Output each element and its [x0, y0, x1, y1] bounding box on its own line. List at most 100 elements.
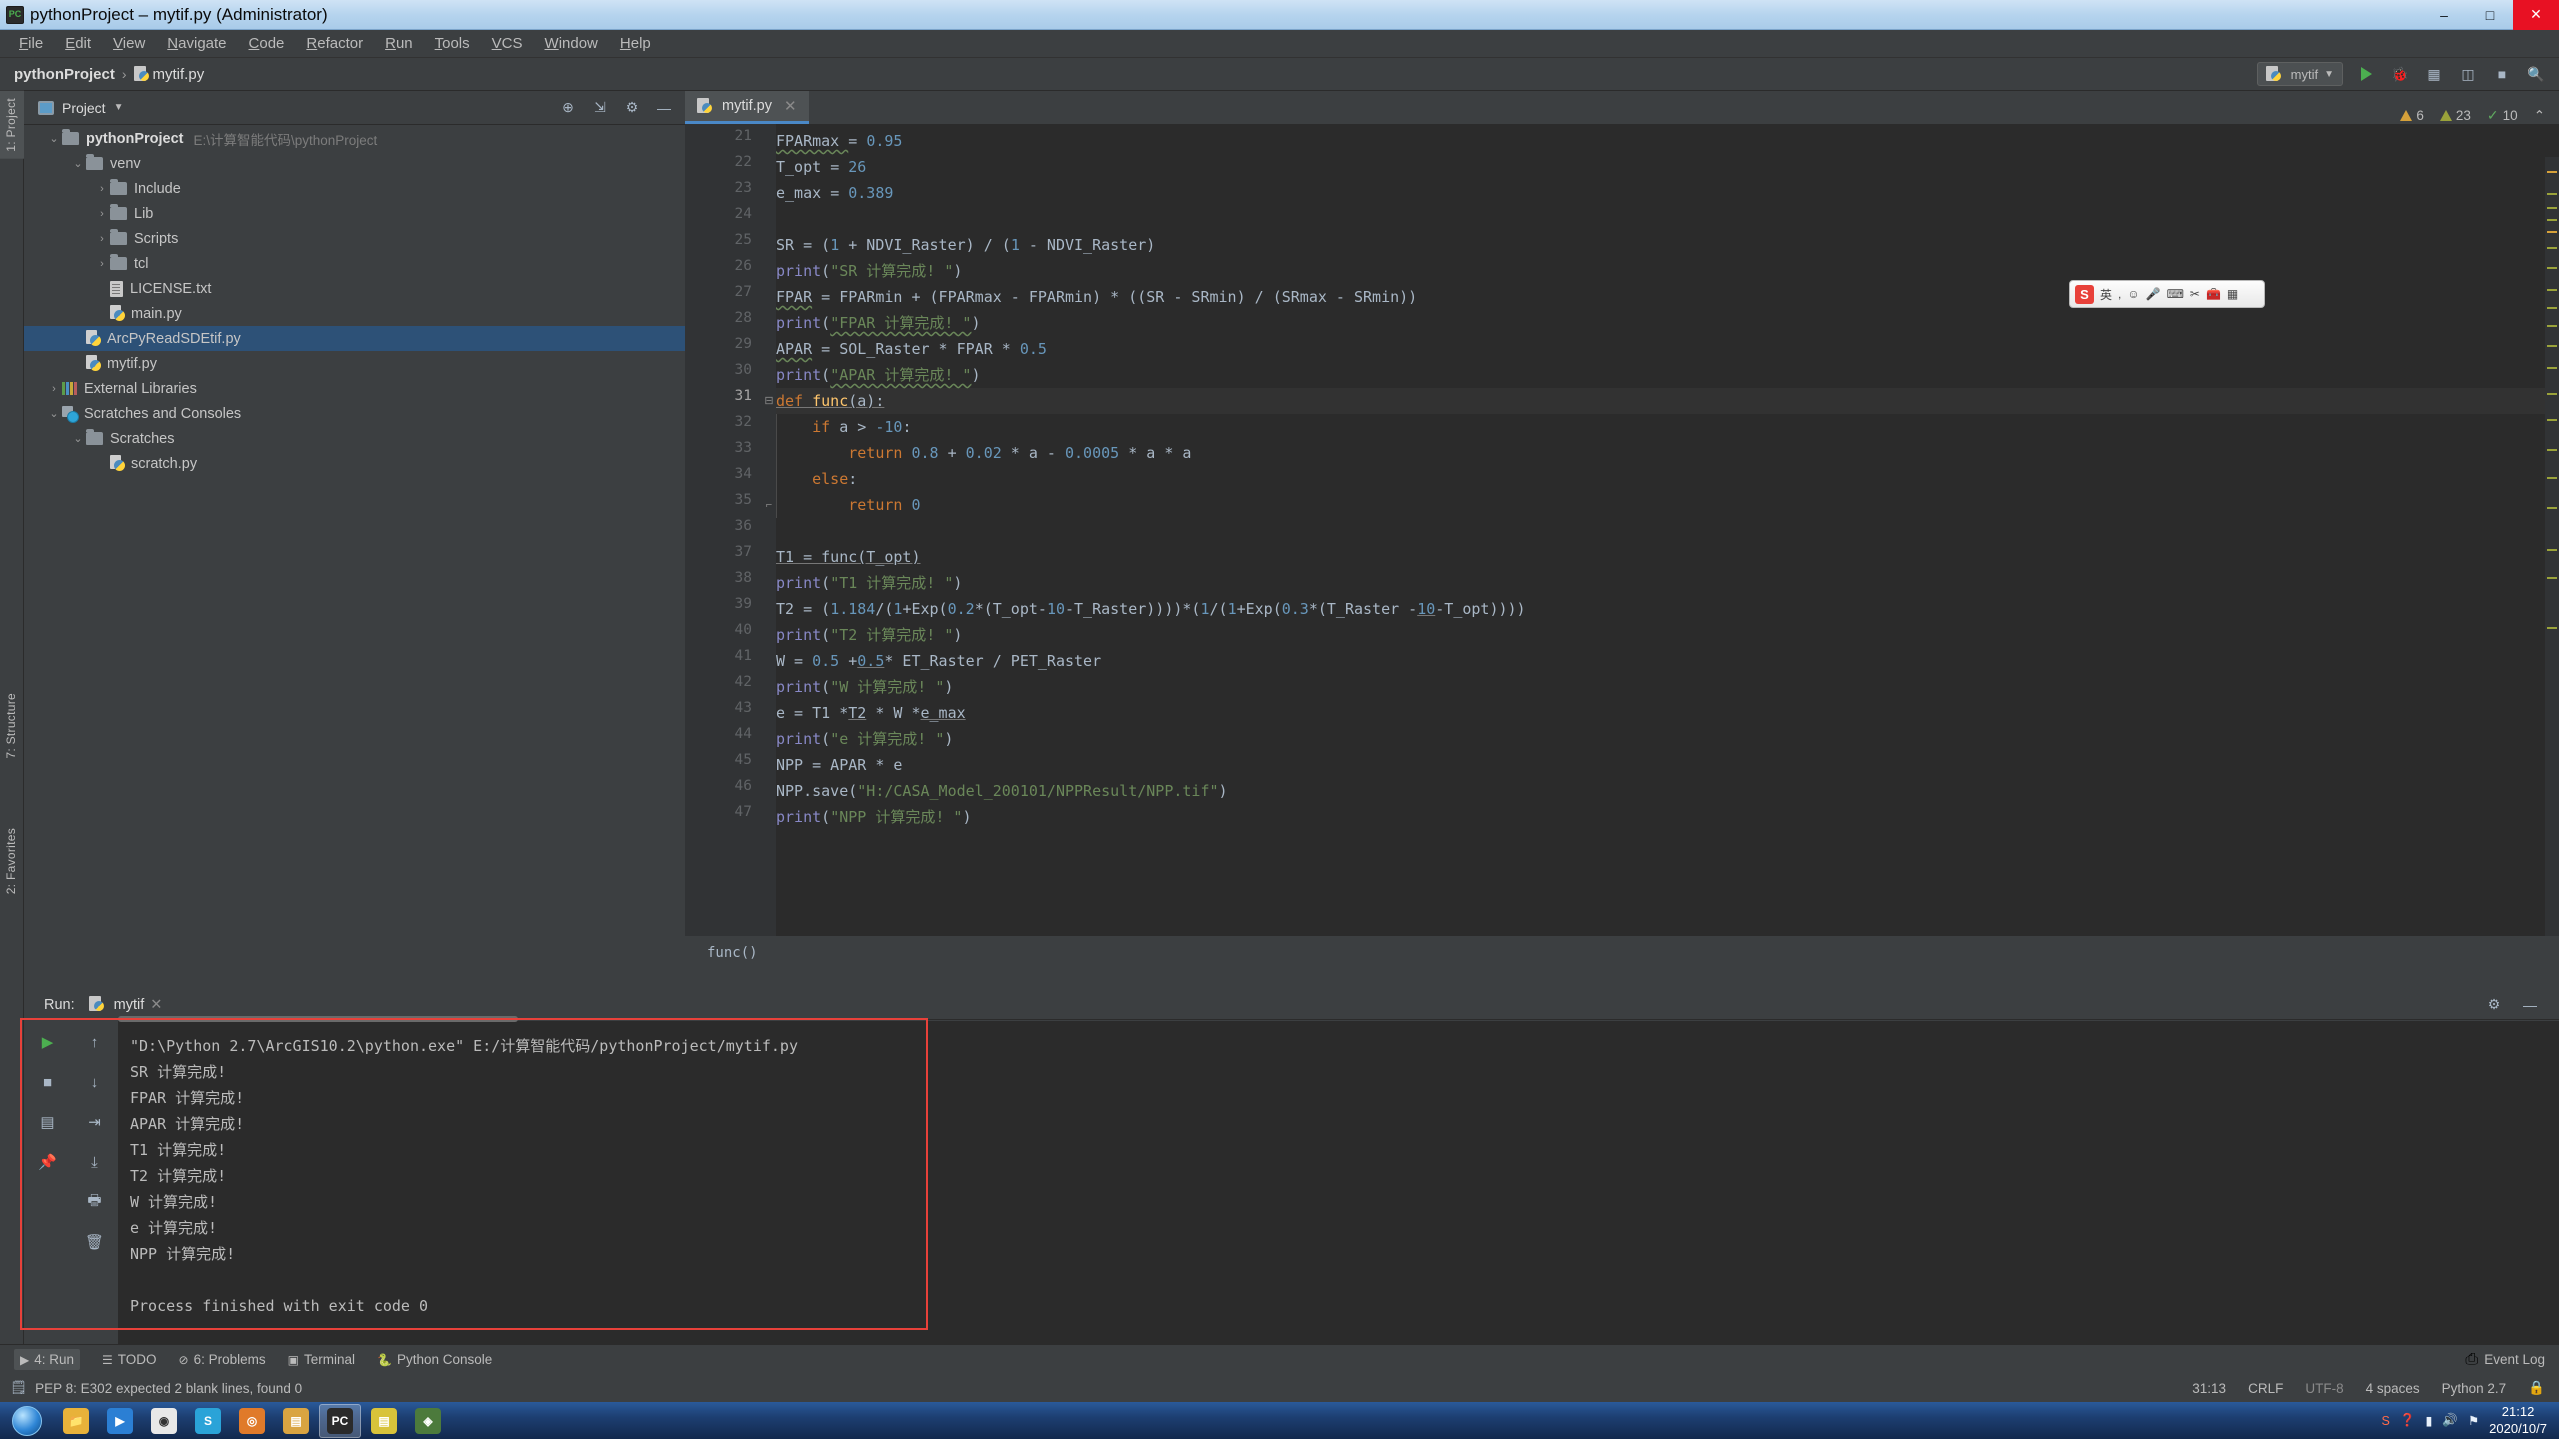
line-number[interactable]: 42 — [735, 674, 752, 690]
line-number[interactable]: 46 — [735, 778, 752, 794]
tree-item-license-txt[interactable]: LICENSE.txt — [24, 276, 685, 301]
code-folding-column[interactable]: ⊟⌐ — [762, 124, 776, 936]
tree-item-scratches-and-consoles[interactable]: ⌄Scratches and Consoles — [24, 401, 685, 426]
profile-icon[interactable]: ◫ — [2457, 63, 2479, 85]
apps-icon[interactable]: ▦ — [2227, 287, 2238, 301]
error-stripe-mark[interactable] — [2547, 325, 2557, 327]
menu-item-refactor[interactable]: Refactor — [295, 32, 374, 55]
error-stripe-mark[interactable] — [2547, 219, 2557, 221]
tree-item-scripts[interactable]: ›Scripts — [24, 226, 685, 251]
error-stripe-mark[interactable] — [2547, 267, 2557, 269]
tree-item-scratches[interactable]: ⌄Scratches — [24, 426, 685, 451]
code-line[interactable]: print("T1 计算完成! ") — [776, 570, 962, 596]
caret-position[interactable]: 31:13 — [2192, 1381, 2226, 1396]
line-number[interactable]: 36 — [735, 518, 752, 534]
code-line[interactable]: FPAR = FPARmin + (FPARmax - FPARmin) * (… — [776, 284, 1417, 310]
menu-item-navigate[interactable]: Navigate — [156, 32, 237, 55]
error-stripe-mark[interactable] — [2547, 307, 2557, 309]
line-number[interactable]: 21 — [735, 128, 752, 144]
code-line[interactable]: return 0.8 + 0.02 * a - 0.0005 * a * a — [776, 440, 1191, 466]
console-horizontal-scrollbar[interactable] — [118, 1016, 518, 1022]
tree-item-external-libraries[interactable]: ›External Libraries — [24, 376, 685, 401]
line-number[interactable]: 47 — [735, 804, 752, 820]
rerun-icon[interactable]: ▶ — [35, 1029, 61, 1055]
gear-icon[interactable]: ⚙ — [2483, 994, 2505, 1016]
close-button[interactable]: ✕ — [2513, 0, 2559, 30]
fold-collapse-icon[interactable]: ⊟ — [763, 388, 775, 414]
error-stripe-markers[interactable] — [2545, 157, 2559, 936]
chevron-down-icon[interactable]: ⌄ — [46, 132, 62, 145]
taskbar-notepad-icon[interactable]: ▤ — [363, 1404, 405, 1438]
error-stripe-mark[interactable] — [2547, 627, 2557, 629]
scroll-end-icon[interactable]: ⤓ — [82, 1149, 108, 1175]
event-log-label[interactable]: Event Log — [2484, 1352, 2545, 1367]
line-number[interactable]: 27 — [735, 284, 752, 300]
error-stripe-mark[interactable] — [2547, 193, 2557, 195]
bottom-tab-6-problems[interactable]: ⊘6: Problems — [179, 1352, 266, 1367]
line-number[interactable]: 30 — [735, 362, 752, 378]
layout-icon[interactable]: ▤ — [35, 1109, 61, 1135]
error-stripe-mark[interactable] — [2547, 367, 2557, 369]
hide-icon[interactable]: — — [653, 97, 675, 119]
ime-floating-toolbar[interactable]: S 英 , ☺ 🎤 ⌨ ✂ 🧰 ▦ — [2069, 280, 2265, 308]
code-line[interactable]: print("SR 计算完成! ") — [776, 258, 962, 284]
taskbar-arcgis-icon[interactable]: ◈ — [407, 1404, 449, 1438]
code-content[interactable]: FPARmax = 0.95T_opt = 26e_max = 0.389SR … — [776, 124, 2559, 936]
taskbar-sogou-icon[interactable]: S — [187, 1404, 229, 1438]
project-tree[interactable]: ⌄pythonProjectE:\计算智能代码\pythonProject⌄ve… — [24, 126, 685, 969]
network-icon[interactable]: ▮ — [2425, 1413, 2432, 1428]
up-icon[interactable]: ↑ — [82, 1029, 108, 1055]
code-line[interactable]: return 0 — [776, 492, 921, 518]
menu-item-view[interactable]: View — [102, 32, 156, 55]
ime-mode-label[interactable]: 英 — [2100, 286, 2112, 303]
code-line[interactable]: T2 = (1.184/(1+Exp(0.2*(T_opt-10-T_Raste… — [776, 596, 1526, 622]
code-editor[interactable]: 2122232425262728293031323334353637383940… — [685, 124, 2559, 936]
chevron-down-icon[interactable]: ⌄ — [46, 407, 62, 420]
run-tab-mytif[interactable]: mytif ✕ — [89, 996, 163, 1013]
error-stripe-mark[interactable] — [2547, 345, 2557, 347]
menu-item-window[interactable]: Window — [534, 32, 609, 55]
code-line[interactable]: SR = (1 + NDVI_Raster) / (1 - NDVI_Raste… — [776, 232, 1155, 258]
tree-item-venv[interactable]: ⌄venv — [24, 151, 685, 176]
code-line[interactable]: def func(a): — [776, 388, 884, 414]
close-icon[interactable]: ✕ — [150, 997, 162, 1013]
error-stripe-mark[interactable] — [2547, 549, 2557, 551]
line-number[interactable]: 44 — [735, 726, 752, 742]
bottom-tab-4-run[interactable]: ▶4: Run — [14, 1349, 80, 1370]
tree-item-scratch-py[interactable]: scratch.py — [24, 451, 685, 476]
sogou-logo-icon[interactable]: S — [2075, 285, 2094, 304]
line-number[interactable]: 32 — [735, 414, 752, 430]
tree-item-mytif-py[interactable]: mytif.py — [24, 351, 685, 376]
file-encoding[interactable]: UTF-8 — [2305, 1381, 2343, 1396]
line-number[interactable]: 39 — [735, 596, 752, 612]
search-icon[interactable]: 🔍 — [2525, 63, 2547, 85]
error-stripe-mark[interactable] — [2547, 231, 2557, 233]
sidebar-tab-project[interactable]: 1: Project — [0, 91, 24, 159]
chevron-down-icon[interactable]: ⌄ — [70, 157, 86, 170]
mic-icon[interactable]: 🎤 — [2146, 287, 2161, 301]
taskbar-pycharm-icon[interactable]: PC — [319, 1404, 361, 1438]
line-number[interactable]: 23 — [735, 180, 752, 196]
menu-item-vcs[interactable]: VCS — [481, 32, 534, 55]
line-separator[interactable]: CRLF — [2248, 1381, 2283, 1396]
taskbar-clock[interactable]: 21:12 2020/10/7 — [2489, 1404, 2547, 1437]
coverage-icon[interactable]: ▦ — [2423, 63, 2445, 85]
code-line[interactable]: print("e 计算完成! ") — [776, 726, 953, 752]
tree-item-include[interactable]: ›Include — [24, 176, 685, 201]
code-line[interactable]: W = 0.5 +0.5* ET_Raster / PET_Raster — [776, 648, 1101, 674]
tree-item-lib[interactable]: ›Lib — [24, 201, 685, 226]
taskbar-chrome-icon[interactable]: ◉ — [143, 1404, 185, 1438]
settings-icon[interactable]: ⚙ — [621, 97, 643, 119]
fold-end-icon[interactable]: ⌐ — [763, 492, 775, 518]
chevron-down-icon[interactable]: ⌄ — [70, 432, 86, 445]
keyboard-icon[interactable]: ⌨ — [2167, 287, 2184, 301]
line-number[interactable]: 41 — [735, 648, 752, 664]
code-line[interactable]: if a > -10: — [776, 414, 911, 440]
error-stripe-mark[interactable] — [2547, 247, 2557, 249]
typo-count-chip[interactable]: ✓ 10 — [2487, 107, 2518, 124]
weak-warning-count-chip[interactable]: 23 — [2440, 108, 2471, 123]
error-stripe-mark[interactable] — [2547, 289, 2557, 291]
error-stripe-mark[interactable] — [2547, 507, 2557, 509]
sogou-tray-icon[interactable]: S — [2382, 1414, 2390, 1428]
line-number[interactable]: 37 — [735, 544, 752, 560]
